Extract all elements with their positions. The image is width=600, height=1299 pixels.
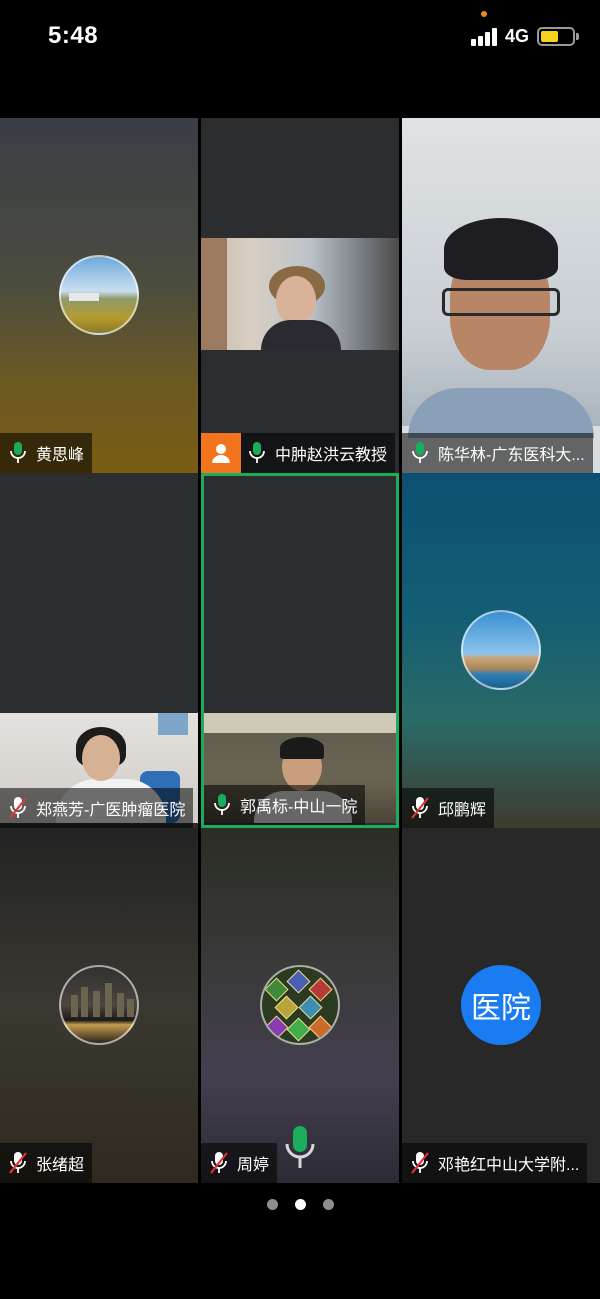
participant-tile[interactable]: 陈华林-广东医科大... bbox=[402, 118, 600, 473]
participant-name-bar: 陈华林-广东医科大... bbox=[402, 433, 593, 473]
participant-name-bar: 郑燕芳-广医肿瘤医院 bbox=[0, 788, 194, 828]
participant-name: 中肿赵洪云教授 bbox=[275, 447, 388, 464]
participant-name: 陈华林-广东医科大... bbox=[438, 447, 585, 464]
microphone-icon bbox=[285, 1126, 315, 1168]
participant-name-bar: 邱鹏辉 bbox=[402, 788, 495, 828]
participant-tile-active-speaker[interactable]: 郭禹标-中山一院 bbox=[201, 473, 399, 828]
participant-avatar bbox=[260, 965, 340, 1045]
participant-name: 邓艳红中山大学附... bbox=[438, 1157, 580, 1174]
status-time: 5:48 bbox=[48, 22, 99, 49]
microphone-muted-icon bbox=[210, 1152, 228, 1174]
participant-video bbox=[201, 238, 399, 350]
participant-tile[interactable]: 黄思峰 bbox=[0, 118, 198, 473]
participant-name: 张绪超 bbox=[36, 1157, 85, 1174]
page-indicator[interactable] bbox=[0, 1199, 600, 1215]
microphone-on-icon bbox=[10, 442, 26, 463]
participant-name: 郭禹标-中山一院 bbox=[240, 799, 358, 816]
network-type: 4G bbox=[505, 26, 530, 46]
microphone-muted-icon bbox=[9, 1152, 27, 1174]
participant-tile[interactable]: 中肿赵洪云教授 bbox=[201, 118, 399, 473]
avatar-text: 医院 bbox=[471, 991, 531, 1026]
participant-name: 郑燕芳-广医肿瘤医院 bbox=[36, 802, 186, 819]
participant-tile[interactable]: 邱鹏辉 bbox=[402, 473, 600, 828]
participant-name-bar: 周婷 bbox=[201, 1143, 278, 1183]
participant-tile[interactable]: 郑燕芳-广医肿瘤医院 bbox=[0, 473, 198, 828]
participant-name-bar: 黄思峰 bbox=[0, 433, 93, 473]
page-dot[interactable] bbox=[322, 1199, 334, 1210]
microphone-on-icon bbox=[214, 794, 230, 815]
participant-name-bar: 郭禹标-中山一院 bbox=[204, 785, 366, 825]
participant-avatar-text: 医院 bbox=[461, 965, 541, 1045]
page-dot-current[interactable] bbox=[294, 1199, 306, 1210]
participant-name: 邱鹏辉 bbox=[438, 802, 487, 819]
participant-grid: 黄思峰 中肿赵洪云教授 陈华林-广东医科大... 郑燕芳-广医肿瘤医院 郭禹标-… bbox=[0, 118, 600, 1183]
participant-avatar bbox=[59, 965, 139, 1045]
participant-avatar bbox=[461, 610, 541, 690]
microphone-muted-icon bbox=[411, 1152, 429, 1174]
battery-fill bbox=[541, 31, 558, 42]
microphone-muted-icon bbox=[9, 797, 27, 819]
page-dot[interactable] bbox=[266, 1199, 278, 1210]
host-person-icon bbox=[201, 433, 241, 473]
microphone-toggle-button[interactable] bbox=[271, 1113, 329, 1183]
participant-name: 周婷 bbox=[237, 1157, 270, 1174]
participant-name-bar: 邓艳红中山大学附... bbox=[402, 1143, 588, 1183]
microphone-muted-icon bbox=[411, 797, 429, 819]
participant-avatar bbox=[59, 255, 139, 335]
microphone-on-icon bbox=[412, 442, 428, 463]
participant-tile[interactable]: 张绪超 bbox=[0, 828, 198, 1183]
participant-name-bar: 中肿赵洪云教授 bbox=[201, 433, 396, 473]
participant-name: 黄思峰 bbox=[36, 447, 85, 464]
microphone-on-icon bbox=[249, 442, 265, 463]
cellular-signal-icon bbox=[471, 28, 499, 46]
privacy-indicator-dot bbox=[481, 11, 487, 17]
participant-tile[interactable]: 医院 邓艳红中山大学附... bbox=[402, 828, 600, 1183]
participant-video bbox=[402, 118, 600, 438]
battery-icon bbox=[537, 27, 579, 46]
status-bar: 5:48 4G bbox=[0, 0, 600, 72]
participant-name-bar: 张绪超 bbox=[0, 1143, 93, 1183]
